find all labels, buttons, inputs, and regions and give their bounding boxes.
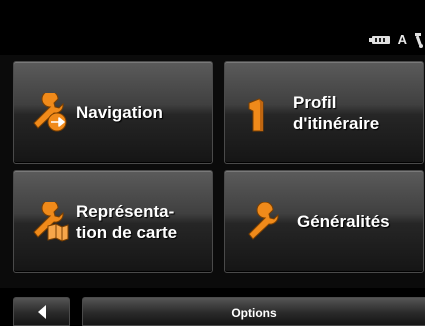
back-arrow-icon	[37, 304, 46, 319]
battery-icon	[368, 36, 390, 44]
route-profile-icon	[248, 97, 264, 131]
wrench-map-icon	[33, 201, 69, 242]
navigation-button[interactable]: Navigation	[13, 61, 213, 164]
route-profile-button[interactable]: Profil d'itinéraire	[224, 61, 424, 164]
route-profile-label: Profil d'itinéraire	[293, 92, 380, 133]
back-button[interactable]	[13, 297, 70, 326]
gps-signal-icon: A	[397, 32, 407, 47]
status-icons: A	[368, 30, 425, 50]
bottom-bar: Options	[0, 288, 425, 326]
wrench-icon	[248, 201, 279, 240]
map-display-label: Représenta- tion de carte	[76, 201, 178, 242]
wrench-arrow-icon	[33, 92, 67, 131]
satellite-icon	[415, 33, 423, 48]
general-settings-label: Généralités	[297, 212, 390, 231]
map-display-button[interactable]: Représenta- tion de carte	[13, 170, 213, 273]
status-bar: A	[0, 0, 425, 55]
navigation-label: Navigation	[76, 103, 163, 122]
options-button[interactable]: Options	[82, 297, 425, 326]
general-settings-button[interactable]: Généralités	[224, 170, 424, 273]
